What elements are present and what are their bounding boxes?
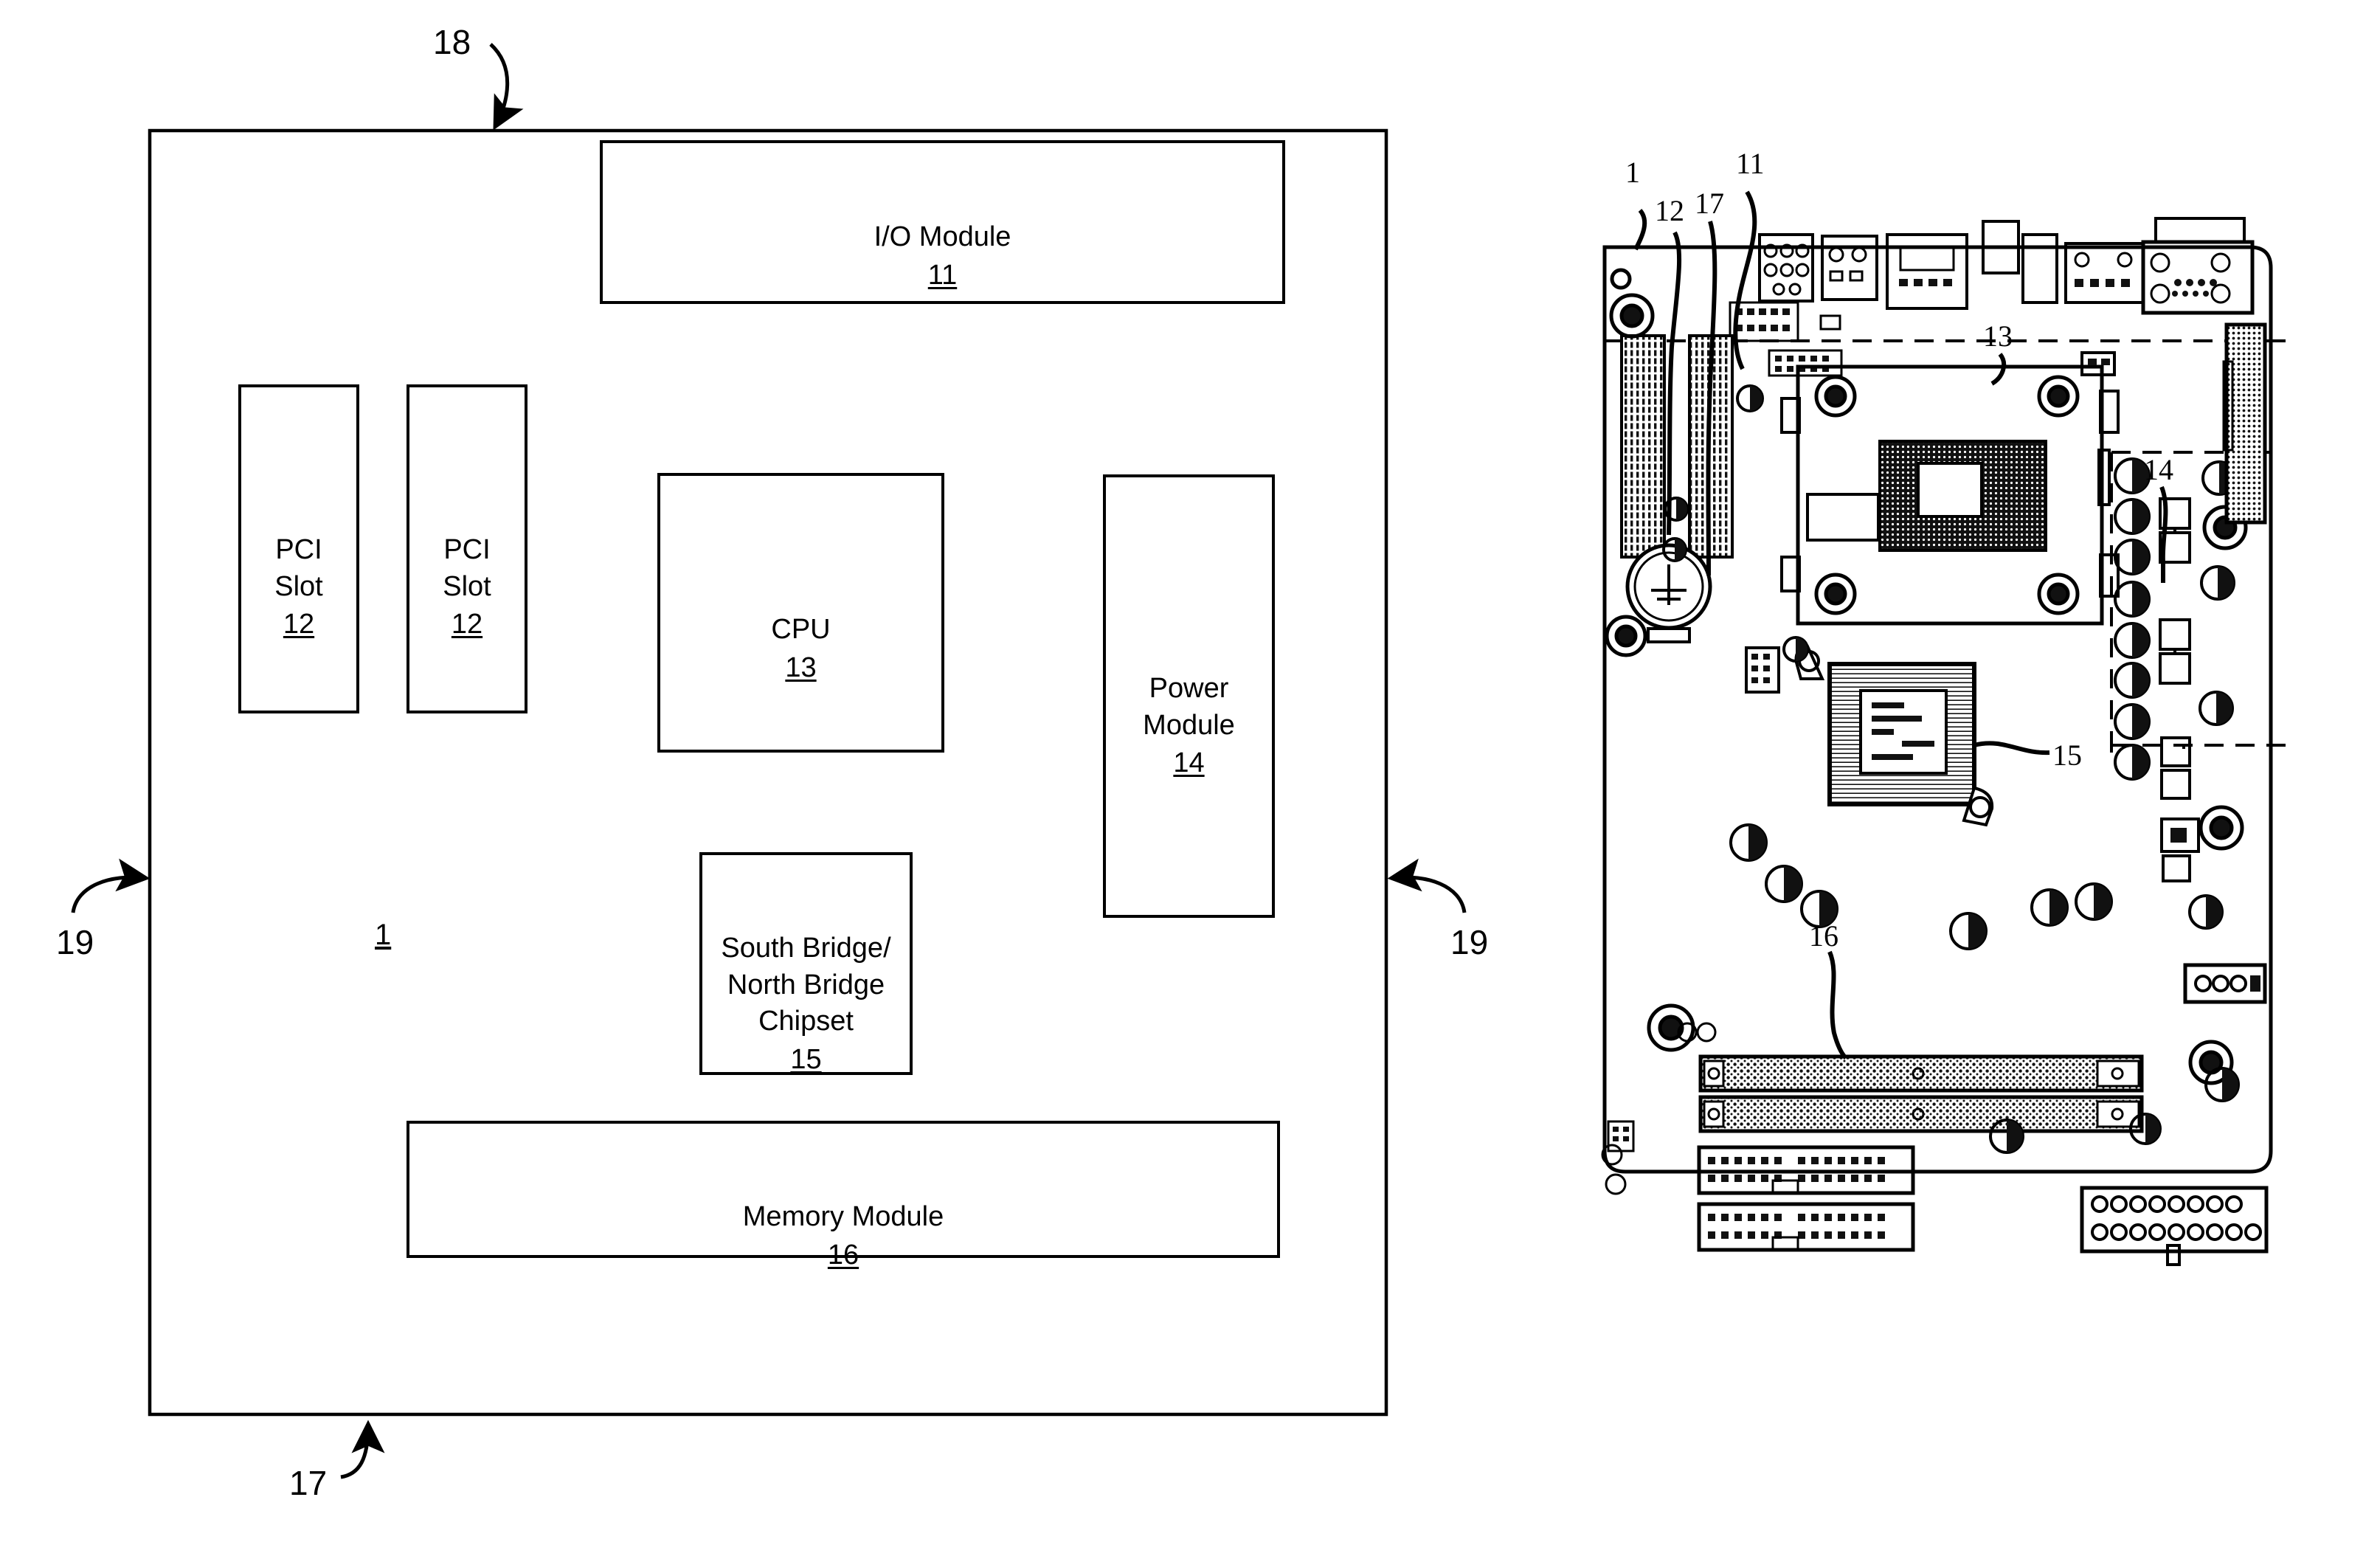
atx-power-connector (2222, 322, 2267, 525)
memory-module-box (407, 1121, 1280, 1258)
leader-17 (340, 1420, 385, 1479)
photo-ref-15: 15 (2052, 739, 2082, 772)
photo-ref-14: 14 (2144, 453, 2173, 486)
board-ref-number: 1 (375, 919, 392, 951)
block-diagram-group (71, 43, 1467, 1479)
ref-number-19-left: 19 (56, 923, 94, 961)
photo-ref-13: 13 (1983, 319, 2013, 353)
leader-19-right (1387, 858, 1467, 913)
leader-18 (489, 43, 524, 131)
photo-ref-12: 12 (1655, 194, 1684, 227)
photo-ref-1: 1 (1625, 156, 1640, 189)
patent-figure-svg (71, 43, 2286, 1479)
front-panel-header (2080, 1186, 2269, 1266)
photo-ref-16: 16 (1809, 919, 1838, 953)
ref-number-18: 18 (433, 23, 471, 61)
photo-ref-17: 17 (1695, 187, 1724, 220)
ref-number-17-bottom: 17 (289, 1464, 328, 1502)
leader-19-left (71, 858, 151, 913)
motherboard-photo-group (1601, 190, 2286, 1266)
board-outline (148, 128, 1388, 1417)
pci-slot-1-box (238, 384, 359, 713)
pcb-right-dash (2271, 339, 2286, 747)
power-module-box (1103, 474, 1275, 918)
chipset-box (699, 852, 913, 1075)
pci-slot-2-box (407, 384, 527, 713)
io-module-box (600, 140, 1285, 304)
cpu-box (657, 473, 944, 753)
leader-photo-1 (1633, 209, 1647, 251)
ref-number-19-right: 19 (1450, 923, 1489, 961)
photo-ref-11: 11 (1736, 147, 1765, 180)
figure-canvas: I/O Module 11 PCI Slot 12 PCI Slot 12 CP… (0, 0, 2380, 1559)
